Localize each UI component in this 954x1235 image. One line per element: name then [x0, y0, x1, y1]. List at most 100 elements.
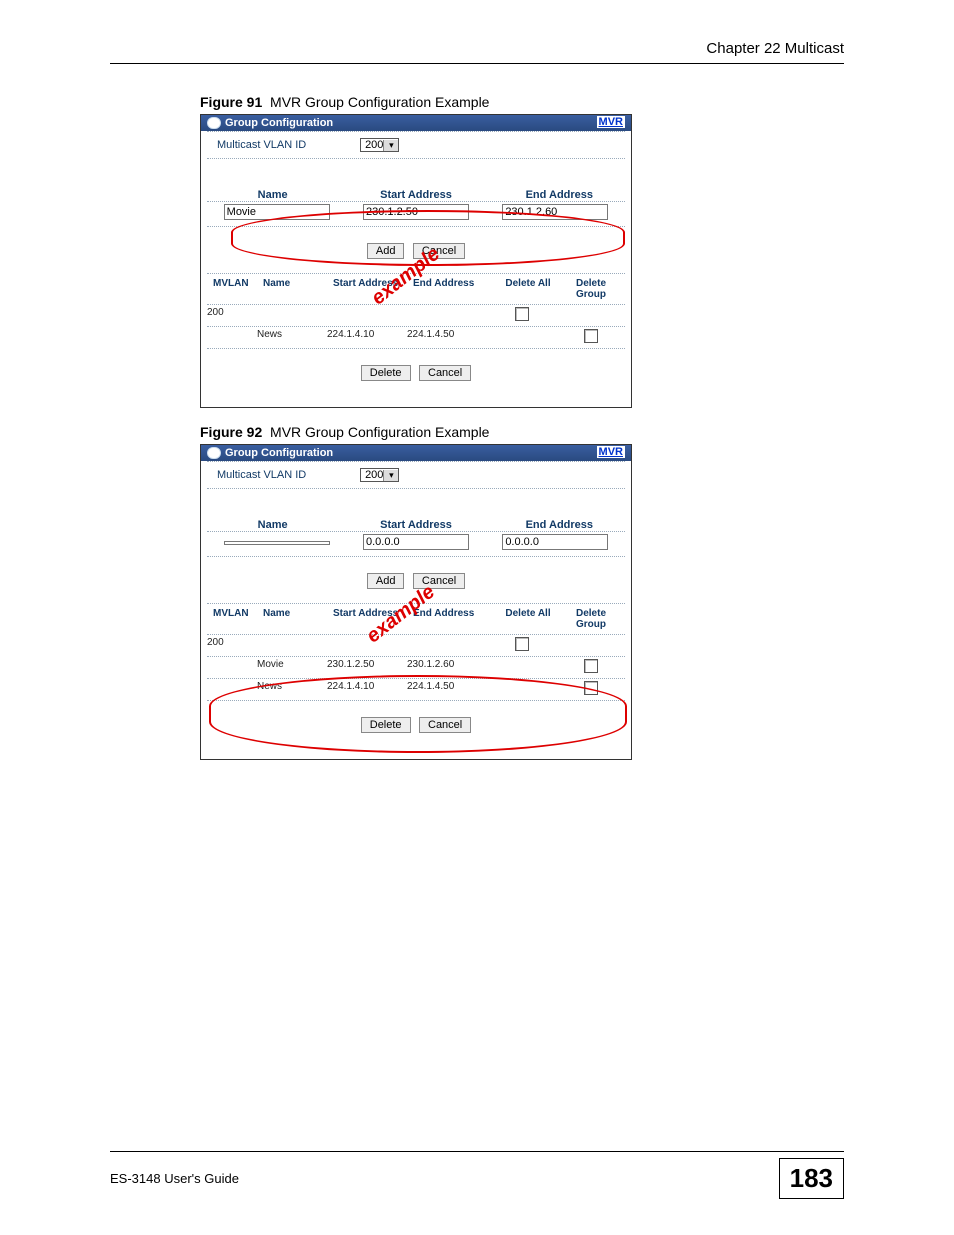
col-start: Start Address: [344, 519, 487, 531]
figure-91-label: Figure 91: [200, 94, 262, 110]
page-number: 183: [779, 1158, 844, 1199]
delete-button[interactable]: Delete: [361, 365, 411, 381]
cell-end: 230.1.2.60: [407, 659, 487, 676]
panel-title-bar: Group Configuration MVR: [201, 445, 631, 461]
mvr-link[interactable]: MVR: [597, 446, 625, 458]
col-name: Name: [201, 189, 344, 201]
cell-mvlan: 200: [207, 307, 257, 324]
cell-delete-all: [487, 681, 557, 698]
cancel-button[interactable]: Cancel: [413, 243, 465, 259]
add-cancel-row: Add Cancel: [201, 557, 631, 603]
cell-name: [257, 637, 327, 654]
th-name: Name: [263, 608, 333, 630]
vlan-label: Multicast VLAN ID: [217, 469, 357, 481]
start-address-input[interactable]: 0.0.0.0: [363, 534, 469, 550]
th-name: Name: [263, 278, 333, 300]
panel-title-bar: Group Configuration MVR: [201, 115, 631, 131]
delete-button[interactable]: Delete: [361, 717, 411, 733]
cell-delete-all: [487, 659, 557, 676]
cell-start: 224.1.4.10: [327, 329, 407, 346]
cell-name: [257, 307, 327, 324]
start-address-input[interactable]: 230.1.2.50: [363, 204, 469, 220]
cell-delete-group: [557, 637, 625, 654]
delete-group-checkbox[interactable]: [584, 329, 598, 343]
cell-name: News: [257, 681, 327, 698]
add-button[interactable]: Add: [367, 243, 405, 259]
input-row: Movie 230.1.2.50 230.1.2.60: [207, 201, 625, 227]
figure-91-title: MVR Group Configuration Example: [270, 94, 489, 110]
th-end: End Address: [413, 278, 493, 300]
chapter-header: Chapter 22 Multicast: [110, 40, 844, 64]
th-start: Start Address: [333, 608, 413, 630]
cell-delete-all: [487, 307, 557, 324]
table-row: Movie 230.1.2.50 230.1.2.60: [201, 657, 631, 678]
col-end: End Address: [488, 189, 631, 201]
figure-92-label: Figure 92: [200, 424, 262, 440]
table-row: 200: [201, 305, 631, 326]
panel-title-text: Group Configuration: [225, 447, 333, 459]
table-header: MVLAN Name Start Address End Address Del…: [207, 273, 625, 305]
cell-mvlan: 200: [207, 637, 257, 654]
figure-92-caption: Figure 92 MVR Group Configuration Exampl…: [200, 424, 844, 440]
cell-delete-all: [487, 329, 557, 346]
delete-all-checkbox[interactable]: [515, 637, 529, 651]
delete-group-checkbox[interactable]: [584, 659, 598, 673]
add-cancel-row: Add Cancel: [201, 227, 631, 273]
table-header: MVLAN Name Start Address End Address Del…: [207, 603, 625, 635]
cell-start: [327, 307, 407, 324]
end-address-input[interactable]: 230.1.2.60: [502, 204, 608, 220]
cell-delete-group: [557, 681, 625, 698]
table-row: 200: [201, 635, 631, 656]
figure-92-title: MVR Group Configuration Example: [270, 424, 489, 440]
panel-figure-91: Group Configuration MVR Multicast VLAN I…: [200, 114, 632, 408]
add-button[interactable]: Add: [367, 573, 405, 589]
cell-start: 230.1.2.50: [327, 659, 407, 676]
end-address-input[interactable]: 0.0.0.0: [502, 534, 608, 550]
name-input[interactable]: Movie: [224, 204, 330, 220]
title-pill-icon: [207, 117, 221, 129]
cell-name: Movie: [257, 659, 327, 676]
th-delete-all: Delete All: [493, 278, 563, 300]
panel-figure-92: Group Configuration MVR Multicast VLAN I…: [200, 444, 632, 760]
delete-all-checkbox[interactable]: [515, 307, 529, 321]
cancel-button[interactable]: Cancel: [413, 573, 465, 589]
vlan-label: Multicast VLAN ID: [217, 139, 357, 151]
figure-91-caption: Figure 91 MVR Group Configuration Exampl…: [200, 94, 844, 110]
col-name: Name: [201, 519, 344, 531]
th-delete-group: Delete Group: [563, 608, 619, 630]
cell-mvlan: [207, 659, 257, 676]
mvr-link[interactable]: MVR: [597, 116, 625, 128]
th-mvlan: MVLAN: [213, 608, 263, 630]
col-start: Start Address: [344, 189, 487, 201]
vlan-select[interactable]: 200▾: [360, 468, 399, 482]
cell-start: 224.1.4.10: [327, 681, 407, 698]
page-footer: ES-3148 User's Guide 183: [110, 1151, 844, 1199]
table-row: News 224.1.4.10 224.1.4.50: [201, 327, 631, 348]
input-header-row: Name Start Address End Address: [201, 513, 631, 531]
cancel-button-2[interactable]: Cancel: [419, 365, 471, 381]
vlan-row: Multicast VLAN ID 200▾: [207, 461, 625, 489]
vlan-select-value: 200: [365, 469, 383, 481]
cell-mvlan: [207, 329, 257, 346]
vlan-select[interactable]: 200▾: [360, 138, 399, 152]
panel-title-text: Group Configuration: [225, 117, 333, 129]
vlan-row: Multicast VLAN ID 200▾: [207, 131, 625, 159]
name-input[interactable]: [224, 541, 330, 545]
title-pill-icon: [207, 447, 221, 459]
cell-end: [407, 307, 487, 324]
cell-delete-group: [557, 659, 625, 676]
cell-mvlan: [207, 681, 257, 698]
cell-start: [327, 637, 407, 654]
cell-end: 224.1.4.50: [407, 681, 487, 698]
th-delete-group: Delete Group: [563, 278, 619, 300]
cell-name: News: [257, 329, 327, 346]
col-end: End Address: [488, 519, 631, 531]
delete-cancel-row: Delete Cancel: [201, 701, 631, 747]
input-row: 0.0.0.0 0.0.0.0: [207, 531, 625, 557]
input-header-row: Name Start Address End Address: [201, 183, 631, 201]
cancel-button-2[interactable]: Cancel: [419, 717, 471, 733]
vlan-select-value: 200: [365, 139, 383, 151]
footer-guide: ES-3148 User's Guide: [110, 1171, 239, 1186]
th-delete-all: Delete All: [493, 608, 563, 630]
delete-group-checkbox[interactable]: [584, 681, 598, 695]
